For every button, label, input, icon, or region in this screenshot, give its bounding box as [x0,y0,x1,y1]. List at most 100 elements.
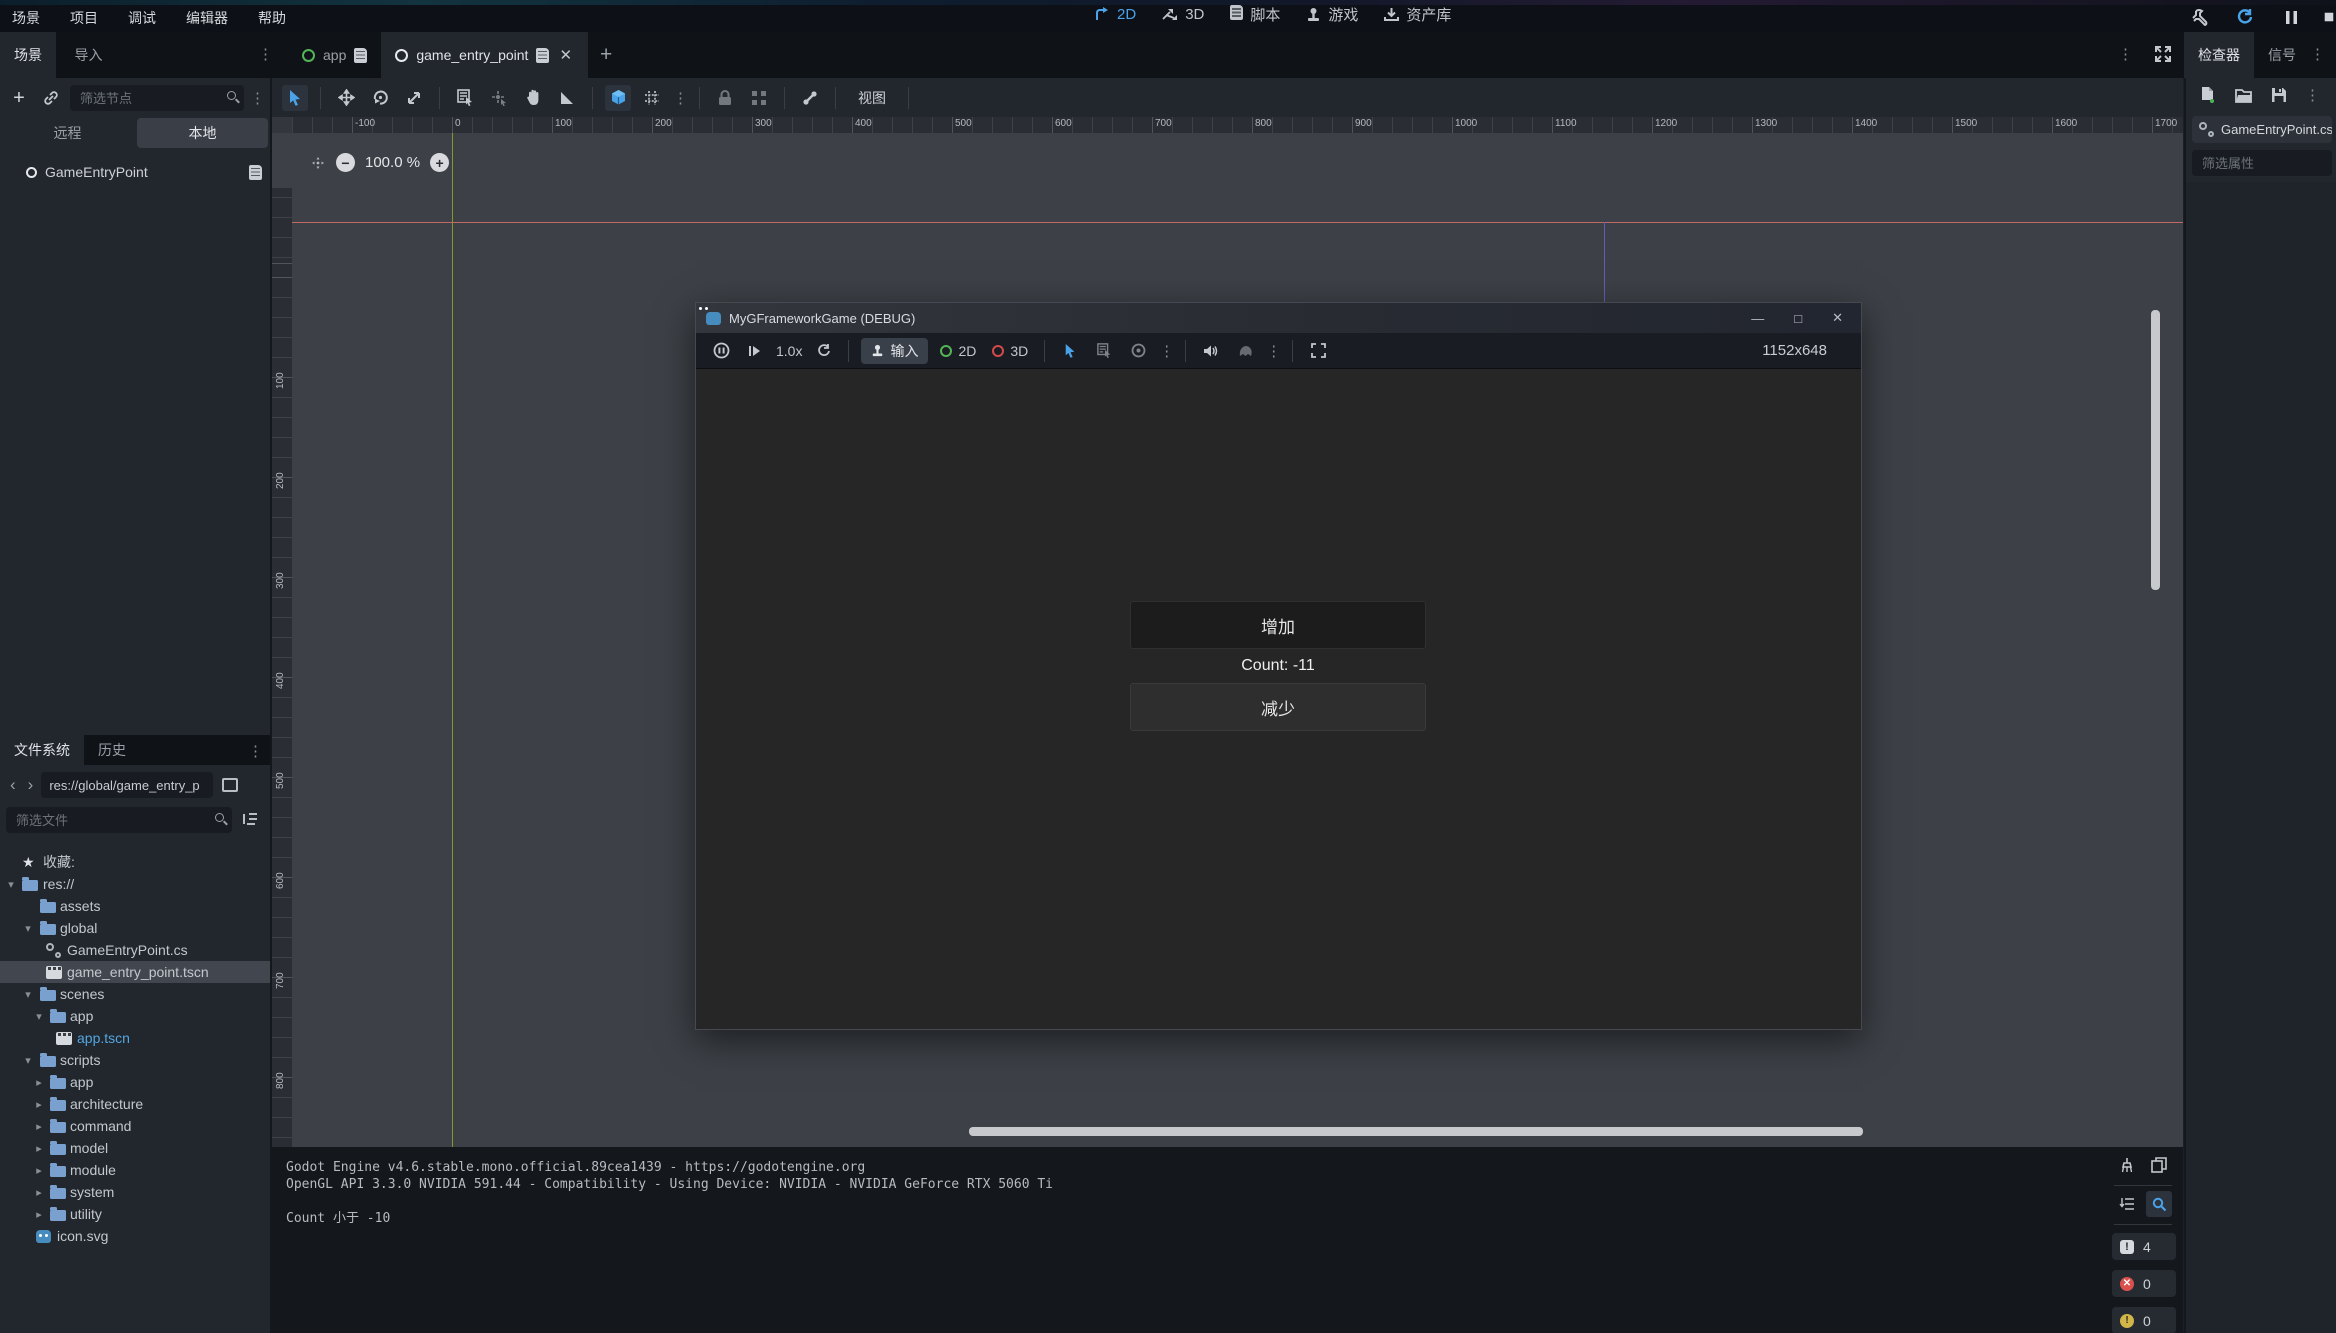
expand-arrow-icon[interactable]: ▸ [33,1186,45,1199]
stop-button[interactable] [2324,4,2334,30]
nav-back-icon[interactable]: ‹ [6,775,20,795]
fs-item-global[interactable]: ▾global [0,917,270,939]
instance-scene-icon[interactable] [38,85,64,111]
distraction-free-icon[interactable] [2154,45,2172,63]
collapse-arrow-icon[interactable]: ▾ [22,988,34,1001]
view-menu-button[interactable]: 视图 [848,88,896,108]
fs-item-icon-svg[interactable]: icon.svg [0,1225,270,1247]
expand-arrow-icon[interactable]: ▸ [33,1164,45,1177]
fs-favorites[interactable]: ★收藏: [0,851,270,873]
scene-tree-root-node[interactable]: GameEntryPoint [0,160,270,184]
save-resource-icon[interactable] [2271,87,2287,103]
expand-arrow-icon[interactable]: ▸ [33,1142,45,1155]
game-select-tool-button[interactable] [1057,338,1083,364]
inspector-object-header[interactable]: GameEntryPoint.cs [2192,116,2332,143]
game-list-select-button[interactable] [1091,338,1117,364]
current-path-input[interactable] [41,772,213,798]
add-node-button[interactable]: + [6,85,32,111]
fs-item-scenes-app[interactable]: ▾app [0,1005,270,1027]
pause-button[interactable] [2278,4,2304,30]
build-button[interactable] [2186,4,2212,30]
menu-debug[interactable]: 调试 [124,5,160,31]
mode-3d-button[interactable]: 3D [1162,6,1204,23]
mode-assetlib-button[interactable]: 资产库 [1384,4,1451,25]
camera-override-button[interactable] [1125,338,1151,364]
nav-forward-icon[interactable]: › [24,775,38,795]
expand-arrow-icon[interactable]: ▸ [33,1098,45,1111]
fs-item-system[interactable]: ▸system [0,1181,270,1203]
restart-button[interactable] [2232,4,2258,30]
collapse-arrow-icon[interactable]: ▾ [33,1010,45,1023]
dock-tab-inspector[interactable]: 检查器 [2184,32,2254,78]
filter-nodes-input[interactable] [70,85,244,111]
filesystem-menu-icon[interactable]: ⋮ [248,742,262,760]
dock-tab-signals[interactable]: 信号 [2254,32,2310,78]
mode-script-button[interactable]: 脚本 [1230,4,1280,25]
fs-item-assets[interactable]: assets [0,895,270,917]
camera-options-icon[interactable]: ⋮ [1159,342,1173,360]
rotate-tool-button[interactable] [367,85,393,111]
scale-tool-button[interactable] [401,85,427,111]
fs-item-model[interactable]: ▸model [0,1137,270,1159]
scene-tab-game-entry-point[interactable]: game_entry_point ✕ [381,32,588,78]
dock-tab-scene[interactable]: 场景 [0,32,56,78]
menu-project[interactable]: 项目 [66,5,102,31]
inspector-dock-menu-icon[interactable]: ⋮ [2310,45,2324,78]
fs-item-command[interactable]: ▸command [0,1115,270,1137]
dock-tab-import[interactable]: 导入 [60,32,116,78]
maximize-window-icon[interactable]: □ [1794,311,1802,326]
canvas-v-scrollbar[interactable] [2151,310,2160,590]
scene-tree-menu-icon[interactable]: ⋮ [250,89,264,107]
minimize-window-icon[interactable]: — [1751,311,1764,326]
center-view-icon[interactable] [310,155,326,171]
filter-files-input[interactable] [6,807,232,833]
fs-item-app-tscn[interactable]: app.tscn [0,1027,270,1049]
menu-editor[interactable]: 编辑器 [182,5,232,31]
mode-game-button[interactable]: 游戏 [1306,4,1358,25]
new-scene-tab-button[interactable]: + [588,43,624,67]
expand-arrow-icon[interactable]: ▸ [33,1208,45,1221]
debug-options-button[interactable] [1232,338,1258,364]
game-viewport[interactable]: 增加 Count: -11 减少 [696,369,1861,1029]
error-messages-badge[interactable]: ✕0 [2112,1270,2176,1297]
grid-snap-button[interactable] [639,85,665,111]
zoom-in-button[interactable]: + [430,153,449,172]
group-selected-button[interactable] [746,85,772,111]
smart-snap-button[interactable] [605,85,631,111]
snap-options-icon[interactable]: ⋮ [673,89,687,107]
attached-script-icon[interactable] [249,165,262,180]
pan-tool-button[interactable] [520,85,546,111]
load-resource-icon[interactable] [2235,88,2253,103]
embed-fullscreen-icon[interactable] [1305,338,1331,364]
lock-selected-button[interactable] [712,85,738,111]
collapse-messages-icon[interactable] [2114,1191,2140,1217]
collapse-arrow-icon[interactable]: ▾ [22,922,34,935]
mute-audio-button[interactable] [1198,338,1224,364]
game-menu-icon[interactable]: ⋮ [1266,342,1280,360]
remote-tab[interactable]: 远程 [2,118,133,148]
fs-item-res-root[interactable]: ▾res:// [0,873,270,895]
dock-tab-filesystem[interactable]: 文件系统 [0,735,84,765]
fs-item-scripts[interactable]: ▾scripts [0,1049,270,1071]
close-window-icon[interactable]: ✕ [1832,310,1843,326]
increase-button[interactable]: 增加 [1130,601,1426,649]
select-3d-node-button[interactable]: 3D [988,338,1032,364]
input-mode-button[interactable]: 输入 [861,338,928,364]
sort-files-icon[interactable] [238,807,264,833]
canvas-h-scrollbar[interactable] [969,1127,1863,1136]
mode-2d-button[interactable]: 2D [1095,6,1136,23]
clear-output-icon[interactable] [2114,1152,2140,1178]
fs-item-gameentrypoint-cs[interactable]: GameEntryPoint.cs [0,939,270,961]
new-resource-icon[interactable] [2200,86,2217,104]
dock-tab-history[interactable]: 历史 [84,735,140,765]
local-tab[interactable]: 本地 [137,118,268,148]
collapse-arrow-icon[interactable]: ▾ [22,1054,34,1067]
fs-item-scenes[interactable]: ▾scenes [0,983,270,1005]
suspend-game-button[interactable] [708,338,734,364]
split-view-icon[interactable] [217,772,243,798]
menu-help[interactable]: 帮助 [254,5,290,31]
next-frame-button[interactable] [742,338,768,364]
fs-item-scripts-app[interactable]: ▸app [0,1071,270,1093]
warning-messages-badge[interactable]: !0 [2112,1307,2176,1333]
list-select-button[interactable] [452,85,478,111]
